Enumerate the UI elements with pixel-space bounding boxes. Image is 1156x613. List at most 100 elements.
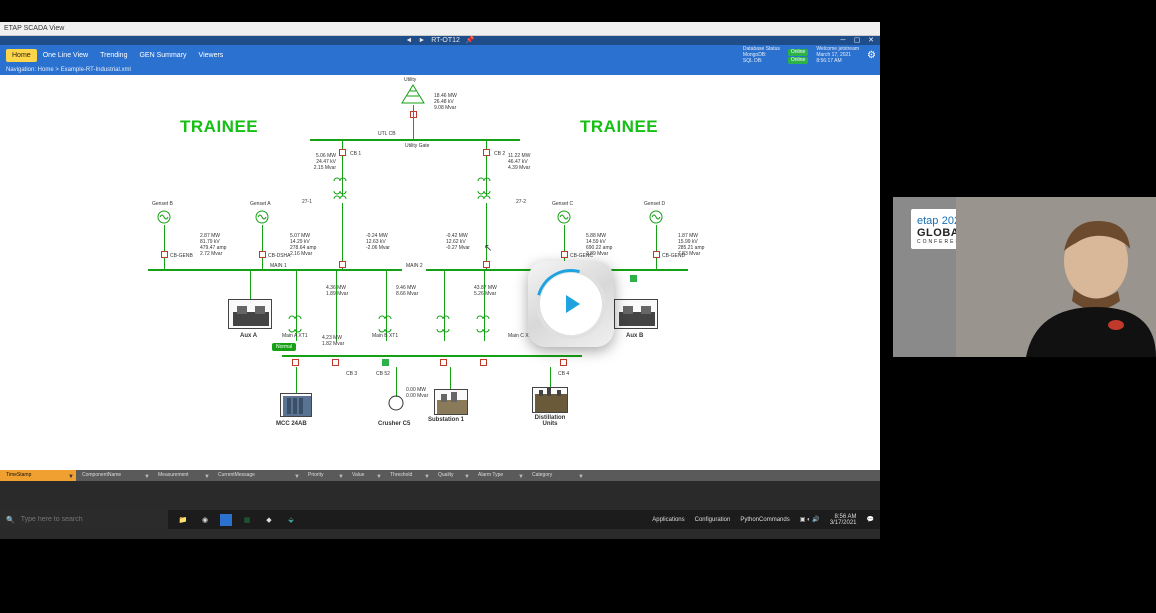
sql-label: SQL DB: (743, 58, 763, 64)
genset-b-icon (156, 209, 172, 225)
cb-genb[interactable] (161, 251, 168, 258)
utl-cb-label: UTL CB (378, 131, 396, 137)
crusher-motor-icon (388, 395, 404, 411)
search-input[interactable] (21, 516, 162, 523)
settings-gear-icon[interactable]: ⚙ (867, 50, 876, 61)
tray-clock[interactable]: 8:56 AM3/17/2021 (830, 514, 857, 526)
row2b-readings: 9.46 MW8.66 Mvar (396, 285, 418, 297)
col-alarmtype[interactable]: Alarm Type▼ (472, 470, 526, 481)
cb-sub-4[interactable] (440, 359, 447, 366)
xfmr-a-label: Main A XT1 (282, 333, 308, 339)
xfmr-b-label: Main B XT1 (372, 333, 398, 339)
cb-genc[interactable] (561, 251, 568, 258)
col-category[interactable]: Category▼ (526, 470, 586, 481)
windows-taskbar: 🔍 📁 ◉ ▦ ◆ ⬙ Applications Configuration P… (0, 510, 880, 529)
nav-trending[interactable]: Trending (94, 49, 133, 62)
file-explorer-icon[interactable]: 📁 (176, 513, 190, 527)
mid-l-readings: -0.24 MW12.63 kV-2.06 Mvar (366, 233, 390, 251)
col-value[interactable]: Value▼ (346, 470, 384, 481)
xfmr-main-b2 (434, 315, 454, 335)
app-icon-2[interactable]: ⬙ (284, 513, 298, 527)
utility-readings: 18.46 MW26.48 kV9.08 Mvar (434, 93, 457, 111)
document-bar: ◄ ► RT-OT12 📌 ─ ▢ ✕ (0, 36, 880, 45)
db-status: Database Status MongoDB: SQL DB: (743, 46, 780, 64)
substation-label: Substation 1 (428, 417, 464, 423)
play-icon (566, 295, 580, 313)
xfmr-main-c (474, 315, 494, 335)
col-threshold[interactable]: Threshold▼ (384, 470, 432, 481)
app-icon-1[interactable]: ◆ (262, 513, 276, 527)
cb-mid-r[interactable] (483, 261, 490, 268)
cb-mid-l[interactable] (339, 261, 346, 268)
close-icon[interactable]: ✕ (864, 36, 878, 45)
status-configuration[interactable]: Configuration (695, 517, 731, 523)
crumb-sep: > (55, 67, 59, 73)
presenter-webcam: etap 2021 GLOBAL CONFERENCE (893, 197, 1156, 357)
col-component[interactable]: ComponentName▼ (76, 470, 152, 481)
col-quality[interactable]: Quality▼ (432, 470, 472, 481)
crumb-leaf[interactable]: Example-RT-Industrial.xml (61, 67, 131, 73)
cb-sub-6[interactable] (560, 359, 567, 366)
bus-label: Utility Gate (405, 143, 429, 149)
cb4-label: CB 4 (558, 371, 569, 377)
status-python[interactable]: PythonCommands (740, 517, 789, 523)
taskbar-search[interactable]: 🔍 (0, 510, 168, 529)
cb-gend[interactable] (653, 251, 660, 258)
col-message[interactable]: CurrentMessage▼ (212, 470, 302, 481)
cb-sub-2[interactable] (332, 359, 339, 366)
maximize-icon[interactable]: ▢ (850, 36, 864, 45)
nav-gensummary[interactable]: GEN Summary (133, 49, 192, 62)
trainee-watermark-left: TRAINEE (180, 117, 258, 137)
video-play-button[interactable] (528, 261, 614, 347)
tray-icons[interactable]: ▣ ◐ 🔊 (800, 516, 820, 523)
cb-gena-label: CB-DSHA (268, 253, 291, 259)
col-priority[interactable]: Priority▼ (302, 470, 346, 481)
col-measurement[interactable]: Measurement▼ (152, 470, 212, 481)
history-back-icon[interactable]: ◄ (405, 36, 412, 45)
sql-pill: Online (788, 57, 808, 64)
nav-home[interactable]: Home (6, 49, 37, 62)
search-icon: 🔍 (6, 516, 15, 524)
bus-main1-label: MAIN 1 (270, 263, 287, 269)
cb-sub-1[interactable] (292, 359, 299, 366)
nav-viewers[interactable]: Viewers (193, 49, 230, 62)
genset-d-icon (648, 209, 664, 225)
row2a-readings: 4.36 MW1.89 Mvar (326, 285, 348, 297)
scada-window: ETAP SCADA View ◄ ► RT-OT12 📌 ─ ▢ ✕ Home… (0, 22, 880, 529)
cb-sub-5[interactable] (480, 359, 487, 366)
xfmr-main-b (376, 315, 396, 335)
genset-b-readings: 2.87 MW81.79 kV479.47 amp2.72 Mvar (200, 233, 226, 257)
cb-t1[interactable] (339, 149, 346, 156)
crusher-label: Crusher C5 (378, 421, 410, 427)
cb2-label: CB 2 (494, 151, 505, 157)
cb-sub-3[interactable] (382, 359, 389, 366)
genset-a-icon (254, 209, 270, 225)
row2c-readings: 43.87 MW5.26 Mvar (474, 285, 497, 297)
one-line-canvas[interactable]: TRAINEE TRAINEE Utility 18.46 MW26.48 kV… (0, 75, 880, 470)
substation-image (434, 389, 468, 415)
excel-icon[interactable]: ▦ (240, 513, 254, 527)
cb-auxb[interactable] (630, 275, 637, 282)
mid-r-readings: -0.42 MW12.62 kV-0.27 Mvar (446, 233, 470, 251)
cb-gena[interactable] (259, 251, 266, 258)
mcc-image (280, 393, 312, 417)
pin-icon[interactable]: 📌 (466, 36, 475, 45)
utility-grid-icon (400, 83, 426, 105)
cb-t2[interactable] (483, 149, 490, 156)
etap-app-icon[interactable] (220, 514, 232, 526)
chrome-icon[interactable]: ◉ (198, 513, 212, 527)
minimize-icon[interactable]: ─ (836, 36, 850, 45)
doc-name: RT-OT12 (431, 36, 460, 45)
window-title: ETAP SCADA View (0, 22, 880, 36)
nav-oneline[interactable]: One Line View (37, 49, 94, 62)
normal-button[interactable]: Normal (272, 343, 296, 351)
crumb-root[interactable]: Navigation: Home (6, 67, 54, 73)
notifications-icon[interactable]: 💬 (867, 516, 874, 523)
col-timestamp[interactable]: TimeStamp▼ (0, 470, 76, 481)
genset-a-label: Genset A (250, 201, 271, 207)
genset-b-label: Genset B (152, 201, 173, 207)
status-applications[interactable]: Applications (652, 517, 684, 523)
history-fwd-icon[interactable]: ► (418, 36, 425, 45)
bus27-1-label: 27-1 (302, 199, 312, 205)
breadcrumb: Navigation: Home > Example-RT-Industrial… (0, 65, 880, 75)
